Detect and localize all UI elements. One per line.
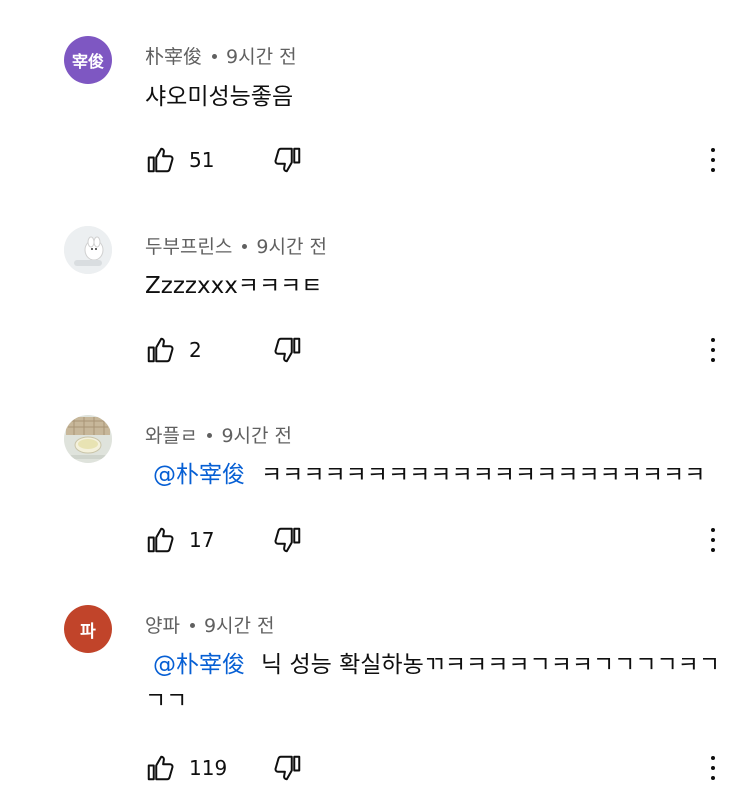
timestamp[interactable]: 9시간 전 — [226, 42, 297, 69]
more-vert-icon[interactable] — [703, 334, 723, 366]
thumbs-down-icon[interactable] — [273, 525, 303, 555]
comment-body: Zzzzxxxㅋㅋㅋㅌ — [145, 273, 323, 299]
comment-actions: 17 — [145, 520, 725, 560]
mention-link[interactable]: @朴宰俊 — [153, 652, 245, 678]
avatar-image — [64, 415, 112, 463]
thumbs-up-icon — [147, 527, 174, 553]
comment-text: @朴宰俊 닉 성능 확실하농ㄲㅋㅋㅋㅋㄱㅋㅋㄱㄱㄱㄱㅋㄱㄱㄱ — [145, 647, 725, 719]
comment-text: @朴宰俊 ㅋㅋㅋㅋㅋㅋㅋㅋㅋㅋㅋㅋㅋㅋㅋㅋㅋㅋㅋㅋㅋ — [145, 457, 725, 493]
author-name[interactable]: 와플ㄹ — [145, 421, 197, 448]
comment-actions: 119 — [145, 748, 725, 788]
avatar-text: 파 — [80, 621, 96, 642]
comment-meta: 양파 9시간 전 — [145, 611, 275, 638]
more-vert-icon[interactable] — [703, 524, 723, 556]
author-name[interactable]: 朴宰俊 — [145, 42, 202, 69]
thumbs-down-icon[interactable] — [273, 753, 303, 783]
avatar[interactable]: 파 — [64, 605, 112, 653]
like-button[interactable]: 119 — [145, 748, 227, 788]
timestamp[interactable]: 9시간 전 — [204, 611, 275, 638]
separator-dot — [242, 244, 248, 249]
thumbs-up-icon — [147, 755, 174, 781]
like-count: 51 — [189, 148, 215, 172]
comment-body: 샤오미성능좋음 — [145, 84, 294, 110]
thumbs-down-icon[interactable] — [273, 145, 303, 175]
avatar-image — [64, 226, 112, 274]
author-name[interactable]: 두부프린스 — [145, 232, 232, 259]
thumbs-up-icon — [147, 147, 174, 173]
comment-meta: 와플ㄹ 9시간 전 — [145, 421, 292, 448]
separator-dot — [189, 623, 195, 628]
thumbs-down-icon[interactable] — [273, 335, 303, 365]
like-count: 119 — [189, 756, 228, 780]
more-vert-icon[interactable] — [703, 144, 723, 176]
separator-dot — [212, 54, 218, 59]
like-count: 17 — [189, 528, 215, 552]
comment-actions: 51 — [145, 140, 725, 180]
comment-meta: 두부프린스 9시간 전 — [145, 232, 327, 259]
comment-text: 샤오미성능좋음 — [145, 79, 725, 115]
comment-actions: 2 — [145, 330, 725, 370]
author-name[interactable]: 양파 — [145, 611, 180, 638]
like-button[interactable]: 51 — [145, 140, 214, 180]
mention-link[interactable]: @朴宰俊 — [153, 462, 245, 488]
timestamp[interactable]: 9시간 전 — [256, 232, 327, 259]
more-vert-icon[interactable] — [703, 752, 723, 784]
avatar[interactable] — [64, 415, 112, 463]
comment-text: Zzzzxxxㅋㅋㅋㅌ — [145, 268, 725, 304]
like-count: 2 — [189, 338, 202, 362]
timestamp[interactable]: 9시간 전 — [221, 421, 292, 448]
comment-body: ㅋㅋㅋㅋㅋㅋㅋㅋㅋㅋㅋㅋㅋㅋㅋㅋㅋㅋㅋㅋㅋ — [261, 462, 706, 488]
avatar-text: 宰俊 — [71, 52, 104, 71]
comment-meta: 朴宰俊 9시간 전 — [145, 42, 297, 69]
like-button[interactable]: 2 — [145, 330, 202, 370]
avatar[interactable] — [64, 226, 112, 274]
separator-dot — [207, 433, 213, 438]
like-button[interactable]: 17 — [145, 520, 214, 560]
thumbs-up-icon — [147, 337, 174, 363]
avatar[interactable]: 宰俊 — [64, 36, 112, 84]
